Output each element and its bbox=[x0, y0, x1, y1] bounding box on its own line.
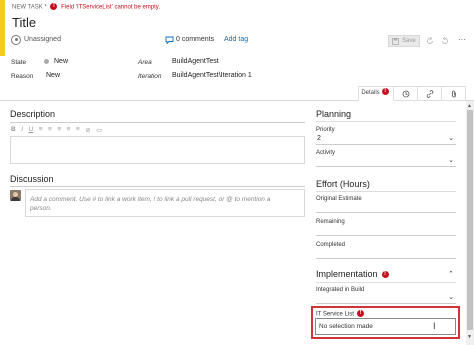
integrated-in-build-label: Integrated in Build bbox=[316, 287, 365, 293]
effort-divider bbox=[316, 191, 456, 192]
comments-count: 0 comments bbox=[176, 36, 215, 43]
state-field[interactable]: New bbox=[54, 58, 68, 65]
priority-select[interactable]: 2 ⌄ bbox=[316, 135, 456, 145]
reason-field[interactable]: New bbox=[46, 72, 60, 79]
tab-attachments[interactable] bbox=[442, 86, 466, 101]
implementation-error-icon: ! bbox=[381, 270, 389, 278]
scrollbar-thumb[interactable] bbox=[467, 110, 473, 330]
history-icon bbox=[402, 90, 409, 98]
completed-input[interactable] bbox=[316, 251, 456, 259]
activity-label: Activity bbox=[316, 150, 336, 156]
save-label: Save bbox=[402, 38, 416, 44]
tab-history[interactable] bbox=[394, 86, 418, 101]
scroll-down-icon[interactable]: ▼ bbox=[467, 334, 472, 340]
implementation-heading: Implementation! bbox=[316, 269, 391, 279]
iteration-field[interactable]: BuildAgentTest\Iteration 1 bbox=[172, 72, 252, 79]
avatar bbox=[10, 190, 21, 201]
italic-icon[interactable]: I bbox=[21, 126, 23, 134]
iteration-label: Iteration bbox=[138, 73, 162, 80]
planning-heading: Planning bbox=[316, 109, 352, 119]
task-status-line: NEW TASK * ! Field 'ITServiceList' canno… bbox=[12, 3, 160, 11]
effort-heading: Effort (Hours) bbox=[316, 179, 370, 189]
add-tag-button[interactable]: Add tag bbox=[224, 36, 248, 43]
more-actions-icon[interactable]: ⋯ bbox=[458, 35, 466, 44]
it-service-list-input[interactable]: No selection made I bbox=[315, 318, 456, 335]
text-cursor-icon: I bbox=[433, 321, 436, 331]
tab-error-icon: ! bbox=[381, 88, 389, 96]
comment-icon bbox=[165, 36, 174, 44]
task-type-label: NEW TASK * bbox=[12, 4, 47, 11]
original-estimate-label: Original Estimate bbox=[316, 196, 362, 202]
implementation-divider bbox=[316, 282, 456, 283]
implementation-heading-text: Implementation bbox=[316, 269, 378, 279]
image-icon[interactable]: ▭ bbox=[96, 126, 102, 134]
it-service-error-icon: ! bbox=[356, 310, 364, 317]
reason-label: Reason bbox=[11, 73, 34, 80]
save-button[interactable]: Save bbox=[388, 35, 420, 47]
remaining-label: Remaining bbox=[316, 219, 345, 225]
chevron-down-icon: ⌄ bbox=[448, 157, 454, 164]
comment-placeholder: Add a comment. Use # to link a work item… bbox=[30, 196, 271, 212]
avatar-icon[interactable] bbox=[11, 35, 21, 45]
bold-icon[interactable]: B bbox=[11, 126, 16, 134]
align-icon[interactable]: ≡ bbox=[76, 126, 80, 134]
integrated-in-build-select[interactable]: ⌄ bbox=[316, 294, 456, 304]
planning-divider bbox=[316, 121, 456, 122]
link-icon[interactable]: ⊘ bbox=[85, 126, 90, 134]
indent-icon[interactable]: ≡ bbox=[67, 126, 71, 134]
description-divider bbox=[10, 122, 305, 123]
bullet-list-icon[interactable]: ≡ bbox=[39, 126, 43, 134]
error-message: Field 'ITServiceList' cannot be empty. bbox=[61, 4, 161, 11]
it-service-list-label: IT Service List bbox=[316, 311, 354, 318]
completed-label: Completed bbox=[316, 242, 346, 248]
discussion-divider bbox=[10, 186, 305, 187]
underline-icon[interactable]: U bbox=[29, 126, 34, 134]
work-item-type-bar bbox=[0, 0, 5, 56]
tab-details-label: Details bbox=[361, 90, 380, 96]
comment-input[interactable]: Add a comment. Use # to link a work item… bbox=[25, 189, 305, 217]
link-icon bbox=[426, 90, 433, 98]
original-estimate-input[interactable] bbox=[316, 205, 456, 213]
discussion-heading: Discussion bbox=[10, 174, 54, 184]
description-editor[interactable] bbox=[10, 136, 305, 164]
activity-select[interactable]: ⌄ bbox=[316, 157, 456, 167]
paperclip-icon bbox=[451, 90, 456, 98]
tab-details[interactable]: Details! bbox=[358, 86, 394, 101]
area-label: Area bbox=[138, 59, 152, 66]
area-field[interactable]: BuildAgentTest bbox=[172, 58, 219, 65]
tab-links[interactable] bbox=[418, 86, 442, 101]
numbered-list-icon[interactable]: ≡ bbox=[48, 126, 52, 134]
priority-label: Priority bbox=[316, 127, 335, 133]
error-icon: ! bbox=[50, 3, 58, 10]
remaining-input[interactable] bbox=[316, 228, 456, 236]
save-icon bbox=[392, 38, 399, 45]
state-dot-icon bbox=[44, 59, 49, 64]
description-heading: Description bbox=[10, 109, 56, 119]
state-label: State bbox=[11, 59, 27, 66]
chevron-down-icon: ⌄ bbox=[448, 135, 454, 142]
refresh-icon[interactable] bbox=[426, 37, 434, 45]
description-toolbar: B I U ≡ ≡ ≡ ≡ ≡ ⊘ ▭ bbox=[11, 126, 102, 134]
collapse-chevron-icon[interactable]: ⌃ bbox=[448, 270, 454, 278]
scroll-up-icon[interactable]: ▲ bbox=[467, 103, 472, 109]
outdent-icon[interactable]: ≡ bbox=[57, 126, 61, 134]
page-title[interactable]: Title bbox=[12, 15, 36, 30]
undo-icon[interactable] bbox=[441, 37, 449, 45]
priority-value: 2 bbox=[317, 135, 321, 142]
it-service-list-label-row: IT Service List! bbox=[316, 310, 366, 318]
it-service-list-value: No selection made bbox=[319, 323, 373, 330]
assignee-label[interactable]: Unassigned bbox=[24, 36, 61, 43]
tab-strip: Details! bbox=[358, 86, 466, 101]
chevron-down-icon: ⌄ bbox=[448, 294, 454, 301]
